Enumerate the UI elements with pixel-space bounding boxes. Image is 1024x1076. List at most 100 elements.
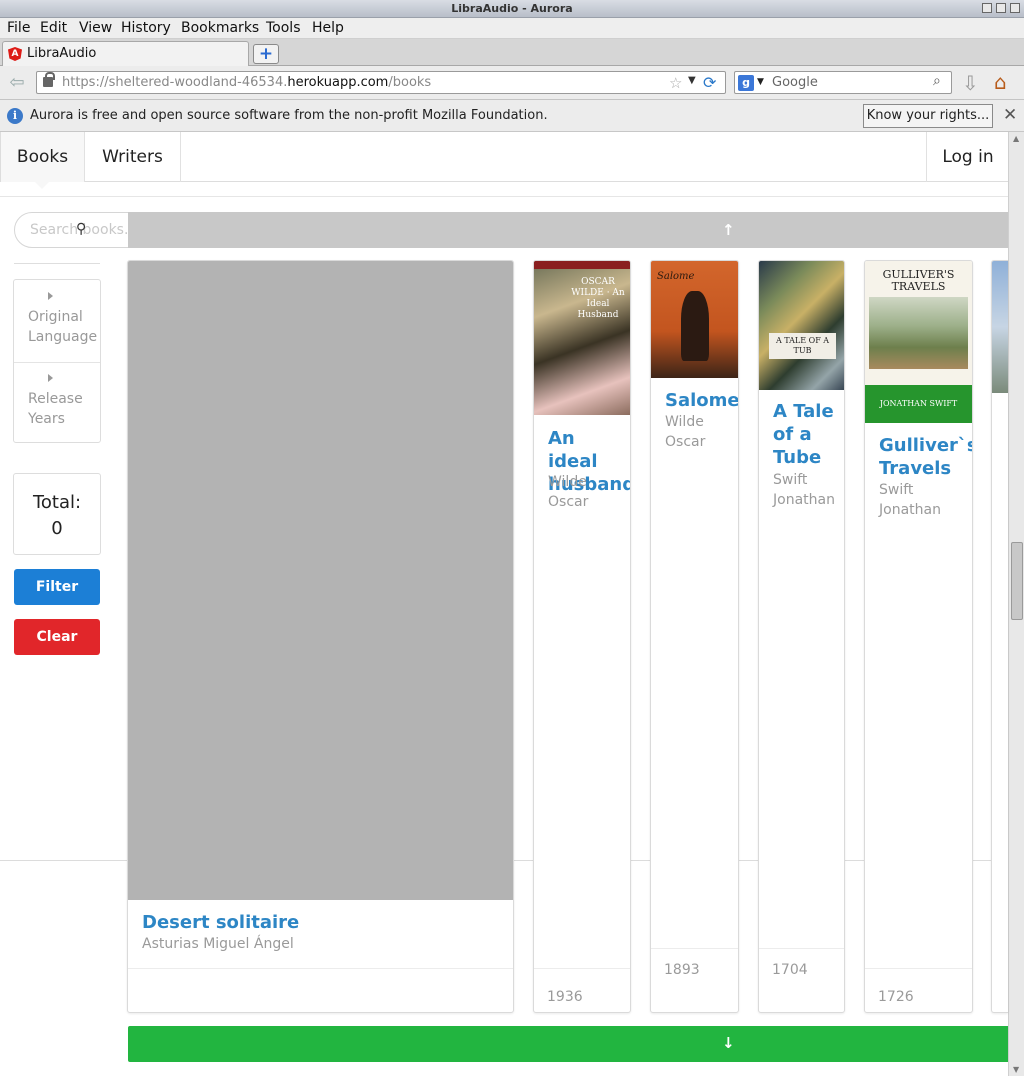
book-cover-image[interactable]: A TALE OF A TUB [759, 261, 844, 390]
header-divider [0, 196, 1008, 197]
book-author: Swift Jonathan [773, 472, 835, 508]
browser-tab[interactable]: A LibraAudio [2, 41, 249, 66]
book-author: Wilde Oscar [665, 414, 706, 450]
book-cover-image[interactable] [992, 261, 1008, 393]
book-card[interactable]: A TALE OF A TUB A Tale of a Tube Swift J… [758, 260, 845, 1013]
close-window-icon[interactable] [1010, 3, 1020, 13]
arrow-up-icon: ↑ [722, 221, 735, 239]
cover-illustration [869, 297, 968, 369]
download-icon[interactable]: ⇩ [962, 71, 979, 95]
book-author: Swift Jonathan [879, 482, 941, 518]
scrollbar-thumb[interactable] [1011, 542, 1023, 620]
navigation-toolbar: ⇦ https://sheltered-woodland-46534.herok… [0, 66, 1024, 100]
book-year: 1726 [878, 989, 914, 1005]
know-your-rights-button[interactable]: Know your rights... [863, 104, 993, 128]
cover-figure [681, 291, 709, 361]
menu-help[interactable]: Help [312, 20, 344, 36]
menu-view[interactable]: View [79, 20, 112, 36]
book-card[interactable]: GULLIVER'S TRAVELS JONATHAN SWIFT Gulliv… [864, 260, 973, 1013]
angular-logo-icon: A [8, 47, 22, 61]
filter-label: Release Years [28, 391, 83, 427]
app-navbar: Books Writers Log in [0, 132, 1008, 182]
nav-books[interactable]: Books [1, 132, 85, 182]
notification-message: Aurora is free and open source software … [30, 108, 548, 123]
bookmark-star-icon[interactable]: ☆ [669, 74, 682, 92]
filter-original-language[interactable]: Original Language [14, 292, 100, 362]
maximize-icon[interactable] [996, 3, 1006, 13]
book-cover-image[interactable]: OSCAR WILDE · An Ideal Husband [534, 261, 630, 415]
scroll-up-button[interactable]: ↑ [128, 212, 1008, 248]
close-notification-icon[interactable]: ✕ [1003, 105, 1017, 125]
book-title[interactable]: Salome [665, 389, 738, 412]
page-scrollbar[interactable]: ▲ ▼ [1008, 132, 1024, 1076]
window-title: LibraAudio - Aurora [451, 2, 573, 15]
sidebar-divider [14, 263, 100, 264]
scroll-up-arrow-icon[interactable]: ▲ [1013, 134, 1019, 143]
back-arrow-icon[interactable]: ⇦ [4, 70, 30, 96]
google-engine-icon[interactable]: g [738, 75, 754, 91]
url-text[interactable]: https://sheltered-woodland-46534.herokua… [62, 75, 431, 90]
expand-caret-icon [48, 292, 53, 300]
book-author: Wilde Oscar [548, 474, 589, 510]
menu-bar: File Edit View History Bookmarks Tools H… [0, 18, 1024, 39]
book-year: 1704 [772, 962, 808, 978]
arrow-down-icon: ↓ [722, 1034, 735, 1052]
scroll-down-arrow-icon[interactable]: ▼ [1013, 1065, 1019, 1074]
book-cover-image[interactable]: Salome [651, 261, 738, 378]
book-card[interactable]: Salome Salome Wilde Oscar 1893 [650, 260, 739, 1013]
search-icon: ⚲ [76, 221, 87, 237]
active-nav-caret [34, 181, 50, 189]
web-search-placeholder: Google [772, 75, 818, 90]
reload-icon[interactable]: ⟳ [703, 73, 716, 92]
book-card[interactable]: OSCAR WILDE · An Ideal Husband An ideal … [533, 260, 631, 1013]
home-icon[interactable]: ⌂ [994, 70, 1007, 94]
filters-panel: Original Language Release Years [13, 279, 101, 443]
card-footer [128, 968, 513, 1012]
url-dropdown-icon[interactable]: ▼ [688, 75, 696, 86]
filter-label: Original Language [28, 309, 98, 345]
clear-button[interactable]: Clear [14, 619, 100, 655]
cover-text: Salome [657, 271, 695, 282]
total-label: Total: [32, 492, 82, 513]
new-tab-button[interactable]: + [253, 44, 279, 64]
book-card[interactable]: Desert solitaire Asturias Miguel Ángel [127, 260, 514, 1013]
book-title[interactable]: A Tale of a Tube [773, 400, 839, 469]
menu-edit[interactable]: Edit [40, 20, 67, 36]
engine-dropdown-icon[interactable]: ▼ [757, 77, 764, 87]
minimize-icon[interactable] [982, 3, 992, 13]
menu-file[interactable]: File [7, 20, 30, 36]
window-titlebar: LibraAudio - Aurora [0, 0, 1024, 18]
nav-writers[interactable]: Writers [85, 132, 181, 182]
tab-title: LibraAudio [27, 46, 97, 61]
book-card-partial[interactable] [991, 260, 1008, 1013]
cover-band [534, 261, 630, 269]
cover-text-bottom: JONATHAN SWIFT [865, 385, 972, 423]
total-value: 0 [51, 518, 63, 539]
book-title[interactable]: Gulliver`s Travels [879, 434, 972, 480]
info-icon: i [7, 108, 23, 124]
card-footer: 1936 [534, 968, 630, 1012]
cover-text: OSCAR WILDE · An Ideal Husband [571, 277, 625, 320]
cover-text-top: GULLIVER'S TRAVELS [882, 268, 955, 293]
search-icon[interactable]: ⌕ [933, 73, 941, 89]
tab-strip: A LibraAudio + [0, 39, 1024, 66]
book-year: 1893 [664, 962, 700, 978]
web-search-box[interactable]: g ▼ Google ⌕ [734, 71, 952, 94]
card-footer: 1704 [759, 948, 844, 1012]
book-cover-image[interactable]: GULLIVER'S TRAVELS JONATHAN SWIFT [865, 261, 972, 423]
book-title[interactable]: Desert solitaire [142, 911, 299, 934]
book-cover-placeholder[interactable] [128, 261, 513, 900]
total-count-box: Total: 0 [13, 473, 101, 555]
url-bar[interactable]: https://sheltered-woodland-46534.herokua… [36, 71, 726, 94]
menu-history[interactable]: History [121, 20, 171, 36]
login-link[interactable]: Log in [926, 132, 1009, 182]
menu-bookmarks[interactable]: Bookmarks [181, 20, 259, 36]
scroll-down-button[interactable]: ↓ [128, 1026, 1008, 1062]
book-year: 1936 [547, 989, 583, 1005]
menu-tools[interactable]: Tools [266, 20, 301, 36]
lock-icon [43, 72, 55, 87]
card-footer: 1726 [865, 968, 972, 1012]
filter-release-years[interactable]: Release Years [14, 374, 100, 444]
filter-button[interactable]: Filter [14, 569, 100, 605]
filter-divider [14, 362, 100, 363]
